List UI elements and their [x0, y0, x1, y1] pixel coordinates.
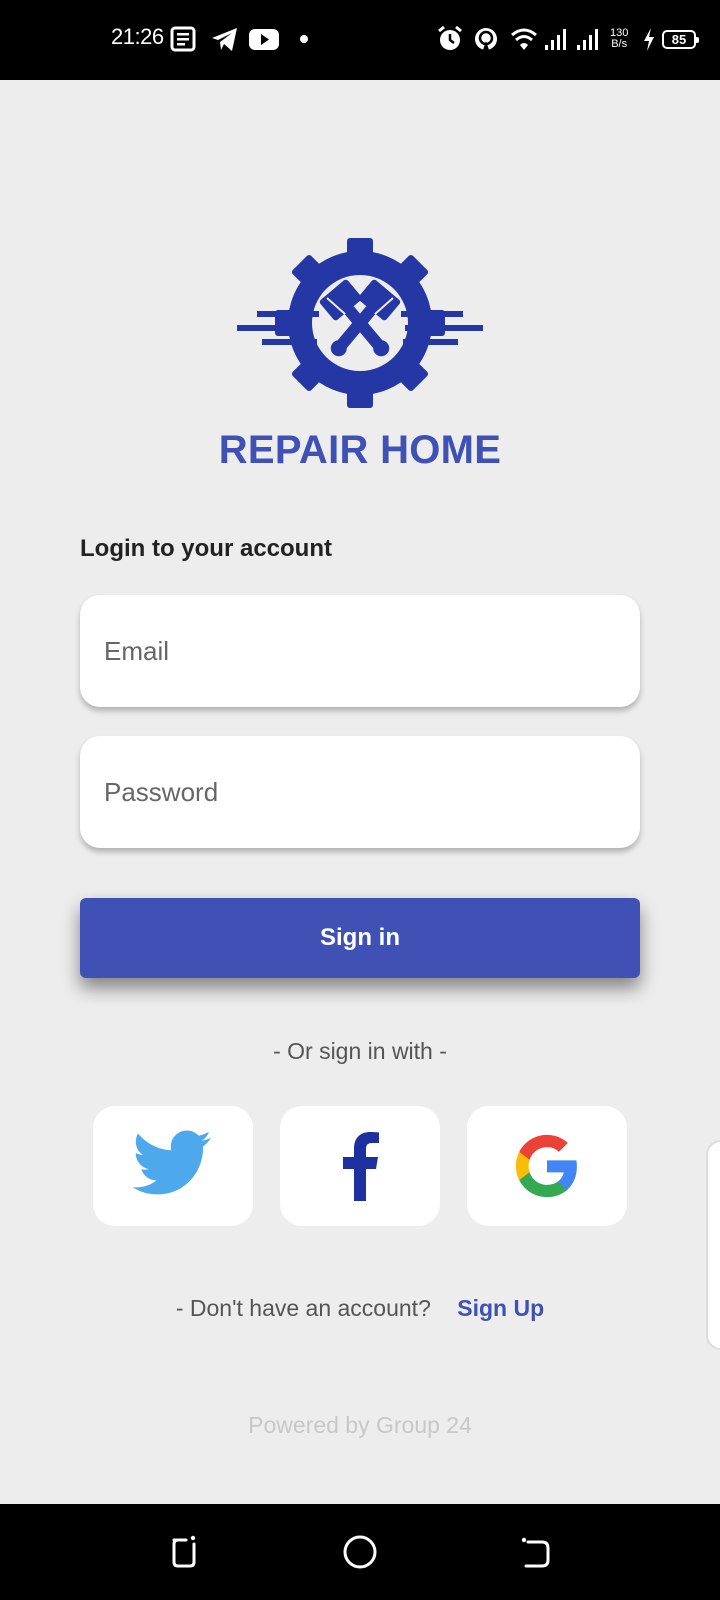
- email-field[interactable]: [80, 595, 640, 707]
- app-brand-title: REPAIR HOME: [218, 428, 502, 472]
- login-heading: Login to your account: [80, 535, 332, 562]
- google-login-button[interactable]: [467, 1106, 627, 1226]
- password-field[interactable]: [80, 736, 640, 848]
- charging-icon: [644, 28, 654, 51]
- google-icon: [515, 1134, 577, 1198]
- net-speed-unit: B/s: [611, 38, 628, 50]
- signal-icon: [545, 29, 566, 50]
- wifi-icon: [511, 28, 537, 50]
- side-panel-handle[interactable]: [706, 1140, 720, 1350]
- signup-row: - Don't have an account? Sign Up: [0, 1295, 720, 1322]
- alarm-icon: [438, 25, 462, 50]
- net-speed: 130 B/s: [610, 28, 628, 50]
- status-time: 21:26: [111, 24, 164, 49]
- gear-wrench-logo-icon: [237, 238, 483, 408]
- back-icon[interactable]: [516, 1532, 556, 1572]
- twitter-icon: [133, 1130, 211, 1195]
- sign-up-link[interactable]: Sign Up: [457, 1295, 544, 1321]
- recents-icon[interactable]: [164, 1532, 204, 1572]
- system-nav-bar: [0, 1504, 720, 1600]
- signal-icon: [577, 29, 598, 50]
- home-icon[interactable]: [340, 1532, 380, 1572]
- or-sign-in-with-label: - Or sign in with -: [273, 1038, 447, 1064]
- status-bar: 21:26 130 B/s 85: [0, 0, 720, 80]
- hotspot-icon: [475, 28, 497, 50]
- youtube-icon: [249, 29, 279, 50]
- login-screen: REPAIR HOME Login to your account Sign i…: [0, 80, 720, 1504]
- powered-by-label: Powered by Group 24: [248, 1412, 472, 1438]
- twitter-login-button[interactable]: [93, 1106, 253, 1226]
- facebook-icon: [343, 1132, 379, 1201]
- signup-prompt: - Don't have an account?: [175, 1295, 431, 1321]
- telegram-icon: [212, 28, 237, 51]
- news-icon: [170, 26, 196, 52]
- sign-in-button[interactable]: Sign in: [80, 898, 640, 978]
- battery-level: 85: [662, 30, 699, 49]
- dot-icon: [300, 35, 308, 43]
- facebook-login-button[interactable]: [280, 1106, 440, 1226]
